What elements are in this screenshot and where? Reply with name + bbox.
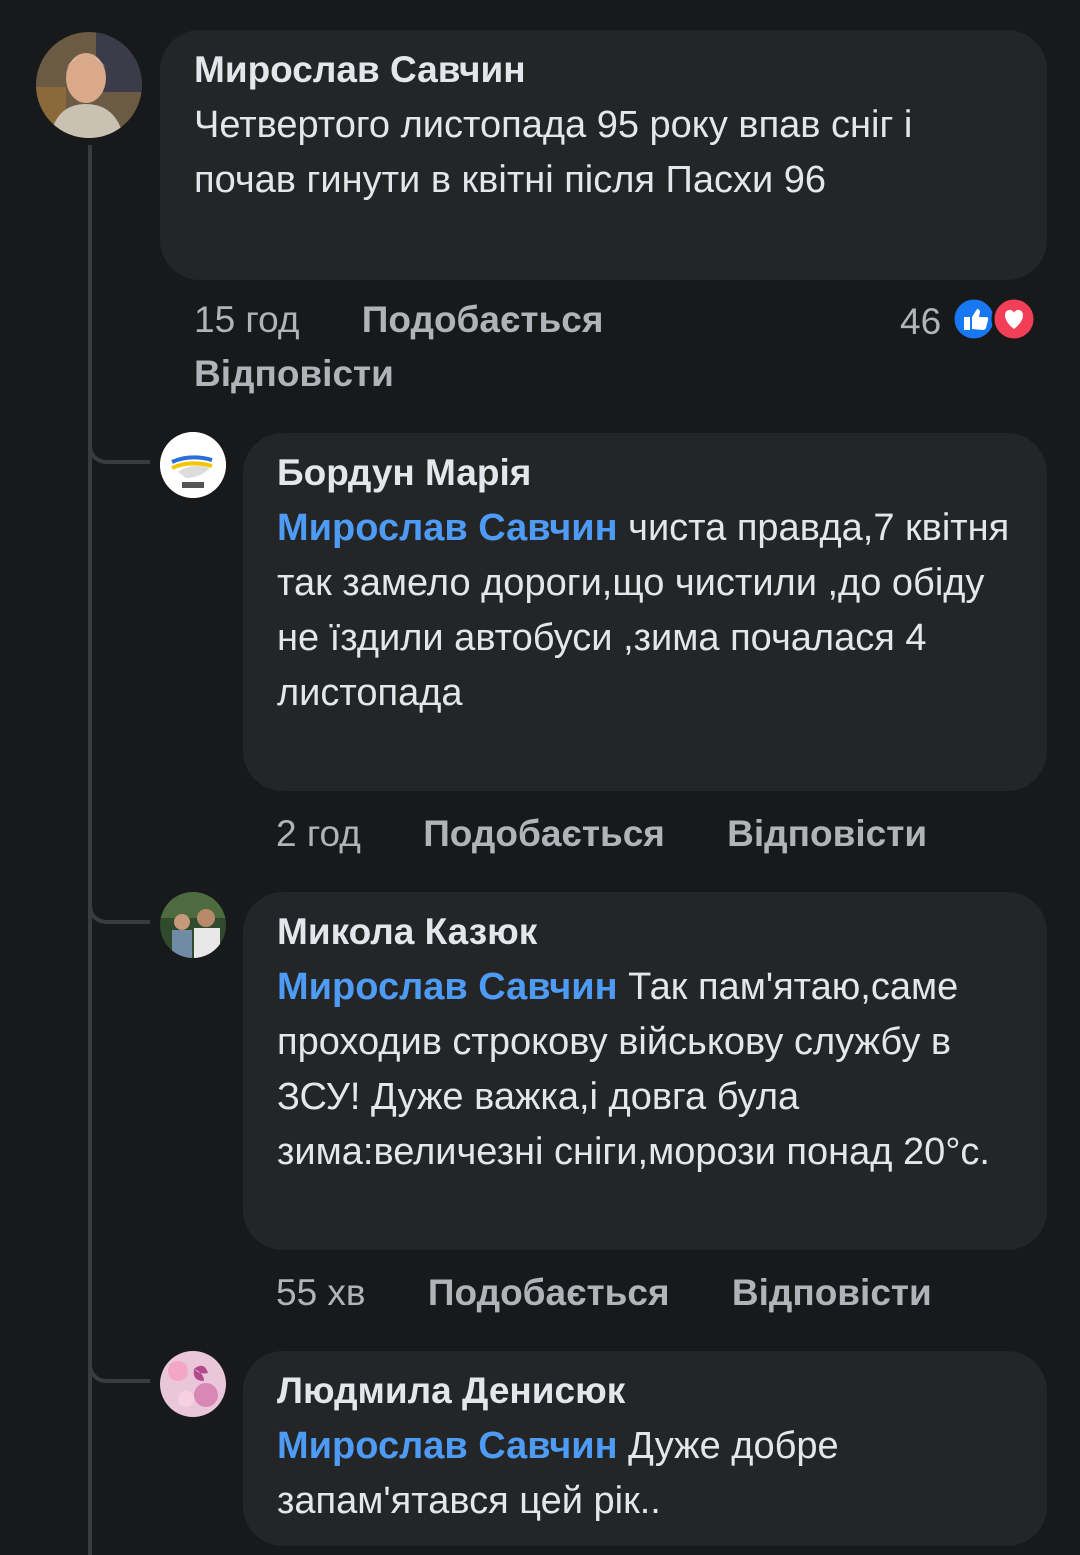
comment-actions: 2 год Подобається Відповісти xyxy=(276,812,927,856)
comment-time[interactable]: 15 год xyxy=(194,299,299,340)
comment-time[interactable]: 55 хв xyxy=(276,1272,366,1313)
comment-author[interactable]: Мирослав Савчин xyxy=(194,48,1013,92)
comment-actions: 15 год Подобається xyxy=(194,298,603,342)
thread-line xyxy=(88,145,92,1555)
like-button[interactable]: Подобається xyxy=(362,299,604,340)
mention-link[interactable]: Мирослав Савчин xyxy=(277,1425,618,1467)
avatar-myroslav[interactable] xyxy=(36,32,142,138)
avatar-denysiuk[interactable] xyxy=(160,1351,226,1417)
love-icon xyxy=(991,296,1037,347)
thread-branch xyxy=(88,1363,150,1383)
reply-button[interactable]: Відповісти xyxy=(194,353,394,394)
comment-bubble: Мирослав Савчин Четвертого листопада 95 … xyxy=(160,30,1047,280)
thread-branch xyxy=(88,904,150,924)
comment-time[interactable]: 2 год xyxy=(276,813,361,854)
reply-row: Відповісти xyxy=(194,352,394,396)
comment-text: Мирослав Савчин Дуже добре запам'ятався … xyxy=(277,1419,1013,1529)
comment-author[interactable]: Микола Казюк xyxy=(277,910,1013,954)
comment-thread: Мирослав Савчин Четвертого листопада 95 … xyxy=(0,0,1080,1555)
mention-link[interactable]: Мирослав Савчин xyxy=(277,966,618,1008)
comment-text: Мирослав Савчин чиста правда,7 квітня та… xyxy=(277,501,1013,721)
avatar-kazyuk[interactable] xyxy=(160,892,226,958)
reply-bubble: Людмила Денисюк Мирослав Савчин Дуже доб… xyxy=(243,1351,1047,1546)
avatar-bordun[interactable] xyxy=(160,432,226,498)
like-button[interactable]: Подобається xyxy=(423,813,665,854)
comment-actions: 55 хв Подобається Відповісти xyxy=(276,1271,932,1315)
comment-text: Мирослав Савчин Так пам'ятаю,саме проход… xyxy=(277,960,1013,1180)
reply-button[interactable]: Відповісти xyxy=(727,813,927,854)
reply-button[interactable]: Відповісти xyxy=(732,1272,932,1313)
reply-bubble: Микола Казюк Мирослав Савчин Так пам'ята… xyxy=(243,892,1047,1250)
reaction-count: 46 xyxy=(900,300,942,342)
reply-bubble: Бордун Марія Мирослав Савчин чиста правд… xyxy=(243,433,1047,791)
comment-author[interactable]: Людмила Денисюк xyxy=(277,1369,1013,1413)
comment-text: Четвертого листопада 95 року впав сніг і… xyxy=(194,104,913,201)
reactions-summary[interactable]: 46 xyxy=(900,296,1037,347)
like-button[interactable]: Подобається xyxy=(428,1272,670,1313)
thread-branch xyxy=(88,444,150,464)
mention-link[interactable]: Мирослав Савчин xyxy=(277,507,618,549)
comment-author[interactable]: Бордун Марія xyxy=(277,451,1013,495)
